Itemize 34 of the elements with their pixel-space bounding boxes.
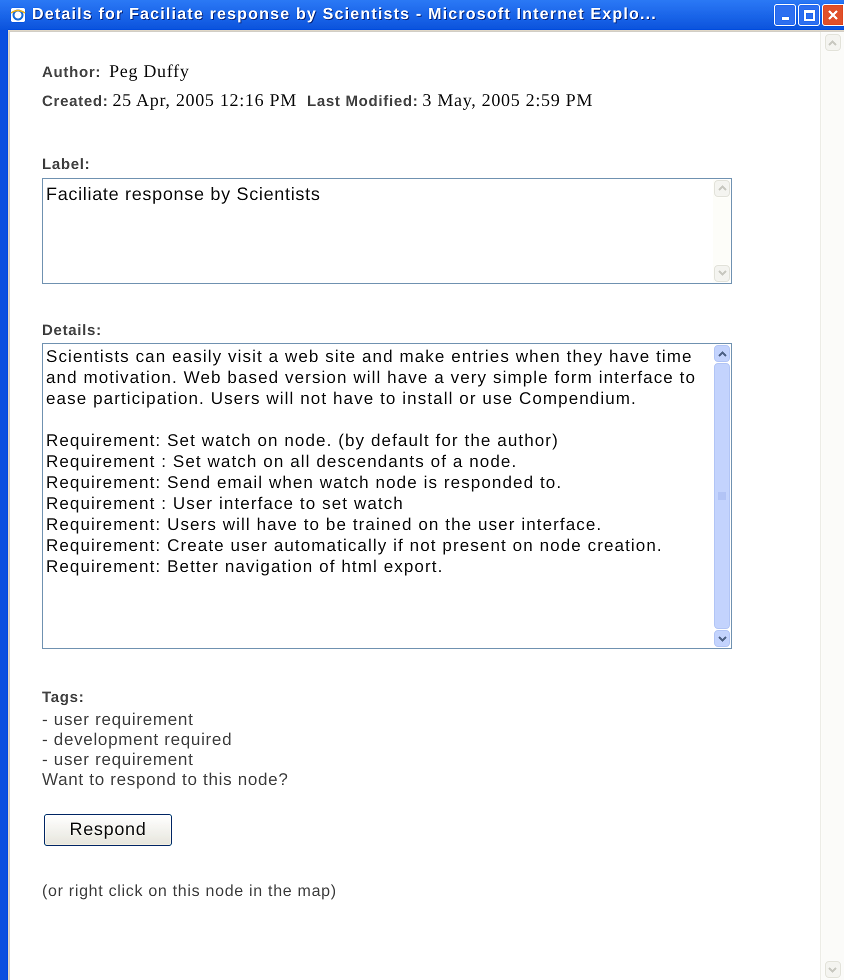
label-text: Faciliate response by Scientists <box>45 182 322 206</box>
browser-icon <box>10 7 26 23</box>
details-field[interactable] <box>42 343 732 649</box>
requirement-line: Requirement: Users will have to be trained on the user interface. <box>46 514 604 535</box>
tag-item: - user requirement <box>42 750 194 770</box>
modified-label: Last Modified: <box>306 92 418 112</box>
label-heading: Label: <box>42 155 92 175</box>
created-date: 25 Apr, 2005 12:16 PM <box>112 89 297 112</box>
details-heading: Details: <box>42 320 103 340</box>
respond-button[interactable]: Respond <box>44 814 172 846</box>
details-paragraph: Scientists can easily visit a web site and make entries when they have time and motivation. Web based version will have a very simple form interface to ease participation. Users will not have to install or use Compendium. <box>46 346 698 409</box>
close-button[interactable] <box>822 4 844 26</box>
tags-heading: Tags: <box>42 688 86 708</box>
scroll-thumb[interactable] <box>714 363 730 629</box>
requirement-line: Requirement : User interface to set watch <box>46 493 405 514</box>
requirement-line: Requirement: Send email when watch node is responded to. <box>46 472 564 493</box>
footnote: (or right click on this node in the map) <box>42 882 338 902</box>
author-label: Author: <box>42 63 102 83</box>
minimize-button[interactable] <box>774 4 796 26</box>
requirement-line: Requirement : Set watch on all descendants of a node. <box>46 451 518 472</box>
requirement-line: Requirement: Create user automatically if not present on node creation. <box>46 535 664 556</box>
respond-prompt: Want to respond to this node? <box>42 770 290 790</box>
close-icon <box>827 9 839 21</box>
scroll-down-icon[interactable] <box>714 630 730 647</box>
requirement-line: Requirement: Set watch on node. (by default for the author) <box>46 430 560 451</box>
author-name: Peg Duffy <box>109 60 190 83</box>
created-label: Created: <box>42 92 108 112</box>
window-title: Details for Faciliate response by Scientists - Microsoft Internet Explo... <box>32 5 658 25</box>
tag-item: - development required <box>42 730 234 750</box>
modified-date: 3 May, 2005 2:59 PM <box>422 89 594 112</box>
tag-item: - user requirement <box>42 710 194 730</box>
scroll-up-icon[interactable] <box>714 345 730 362</box>
maximize-button[interactable] <box>798 4 820 26</box>
requirement-line: Requirement: Better navigation of html export. <box>46 556 444 577</box>
